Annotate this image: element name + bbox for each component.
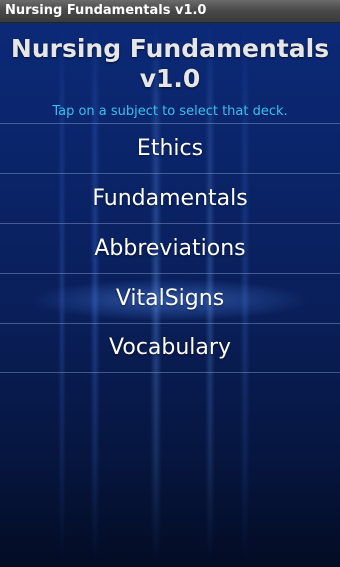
deck-item-ethics[interactable]: Ethics <box>0 123 340 173</box>
deck-item-vocabulary[interactable]: Vocabulary <box>0 323 340 373</box>
deck-item-vitalsigns[interactable]: VitalSigns <box>0 273 340 323</box>
page-title-line2: v1.0 <box>139 64 201 93</box>
deck-list: Ethics Fundamentals Abbreviations VitalS… <box>0 123 340 373</box>
app-screen: Nursing Fundamentals v1.0 Nursing Fundam… <box>0 0 340 567</box>
deck-item-fundamentals[interactable]: Fundamentals <box>0 173 340 223</box>
deck-item-abbreviations[interactable]: Abbreviations <box>0 223 340 273</box>
instruction-text: Tap on a subject to select that deck. <box>52 104 288 119</box>
page-title: Nursing Fundamentals v1.0 <box>0 34 340 94</box>
page-title-line1: Nursing Fundamentals <box>10 34 330 63</box>
window-title: Nursing Fundamentals v1.0 <box>5 3 207 18</box>
window-titlebar: Nursing Fundamentals v1.0 <box>0 0 340 23</box>
